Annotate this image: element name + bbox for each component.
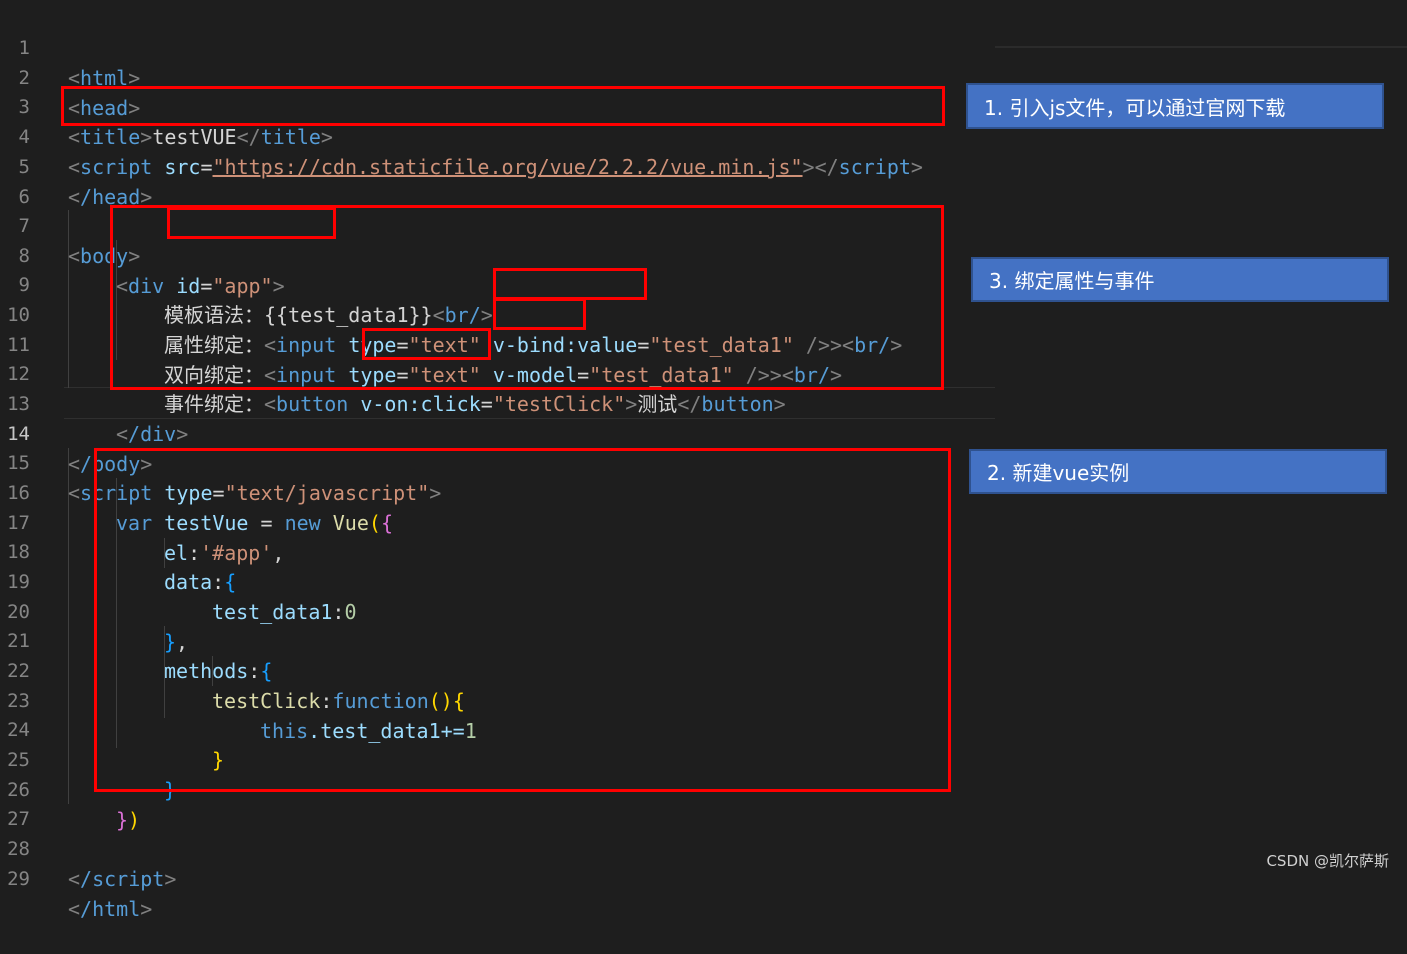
code-url-link[interactable]: "https://cdn.staticfile.org/vue/2.2.2/vu…	[213, 155, 803, 179]
code-line[interactable]: 16 var testVue = new Vue({	[0, 448, 393, 535]
highlight-box-id	[167, 207, 336, 239]
code-line[interactable]: 13 </div>	[0, 359, 188, 446]
indent-guide	[68, 210, 69, 388]
code-line[interactable]: 20 },	[0, 567, 188, 654]
code-line[interactable]: 10 属性绑定：<input type="text" v-bind:value=…	[0, 270, 902, 357]
code-line[interactable]: 3 <title>testVUE</title>	[0, 62, 333, 149]
watermark: CSDN @凯尔萨斯	[1266, 852, 1389, 870]
code-token: 测试	[637, 392, 678, 416]
code-token: =	[200, 155, 213, 179]
callout-import-js: 1. 引入js文件，可以通过官网下载	[966, 83, 1384, 129]
code-line[interactable]: 14 </body>	[0, 389, 152, 476]
code-line[interactable]: 26 })	[0, 745, 140, 832]
highlight-box-vue-instance	[94, 448, 951, 792]
line-number: 29	[7, 868, 30, 890]
code-line[interactable]: 29 </html>	[0, 834, 152, 921]
code-token: script	[838, 155, 911, 179]
code-line[interactable]: 18 data:{	[0, 507, 236, 594]
code-line[interactable]: 17 el:'#app',	[0, 478, 284, 565]
code-line[interactable]: 1 <html>	[0, 3, 141, 90]
highlight-box-v-on	[362, 328, 491, 360]
code-line[interactable]: 19 test_data1:0	[0, 537, 356, 624]
highlight-box-v-bind	[493, 268, 647, 300]
code-token: button	[701, 392, 774, 416]
code-token: src	[164, 155, 201, 179]
code-line[interactable]: 22 testClick:function(){	[0, 626, 465, 713]
code-token: 事件绑定：	[164, 392, 264, 416]
code-line[interactable]: 23 this.test_data1+=1	[0, 656, 477, 743]
code-line[interactable]: 2 <head>	[0, 33, 141, 120]
code-line[interactable]: 24 }	[0, 685, 224, 772]
code-line[interactable]: 15 <script type="text/javascript">	[0, 418, 441, 505]
code-line[interactable]: 27	[0, 774, 48, 830]
code-line[interactable]: 28 </script>	[0, 804, 176, 891]
code-token: testVUE	[152, 125, 237, 149]
code-line[interactable]: 4 <script src="https://cdn.staticfile.or…	[0, 92, 923, 179]
editor-divider	[995, 46, 1407, 48]
code-line[interactable]: 9 模板语法：{{test_data1}}<br/>	[0, 240, 493, 327]
code-token: /script	[80, 867, 165, 891]
code-line[interactable]: 7 <body>	[0, 181, 141, 268]
code-token: /html	[80, 897, 141, 921]
code-line[interactable]: 11 双向绑定：<input type="text" v-model="test…	[0, 300, 842, 387]
code-line[interactable]: 5 </head>	[0, 122, 153, 209]
callout-vue-instance: 2. 新建vue实例	[969, 449, 1387, 494]
code-token: /div	[128, 422, 177, 446]
code-line[interactable]: 6	[0, 152, 48, 208]
callout-bind: 3. 绑定属性与事件	[971, 257, 1389, 302]
code-token: v-on:click	[360, 392, 481, 416]
code-token: script	[80, 155, 153, 179]
highlight-box-script-import	[61, 86, 945, 126]
callout-text: 1. 引入js文件，可以通过官网下载	[984, 95, 1286, 120]
code-token: title	[260, 125, 321, 149]
code-line[interactable]: 21 methods:{	[0, 596, 272, 683]
code-token: "testClick"	[492, 392, 626, 416]
code-line[interactable]: 25 }	[0, 715, 176, 802]
code-token: button	[276, 392, 349, 416]
code-token: title	[80, 125, 141, 149]
code-line[interactable]: 12 事件绑定：<button v-on:click="testClick">测…	[0, 329, 786, 416]
callout-text: 3. 绑定属性与事件	[989, 269, 1155, 293]
callout-text: 2. 新建vue实例	[987, 461, 1130, 485]
highlight-box-v-model	[493, 298, 586, 330]
code-line[interactable]: 8 <div id="app">	[0, 211, 285, 298]
